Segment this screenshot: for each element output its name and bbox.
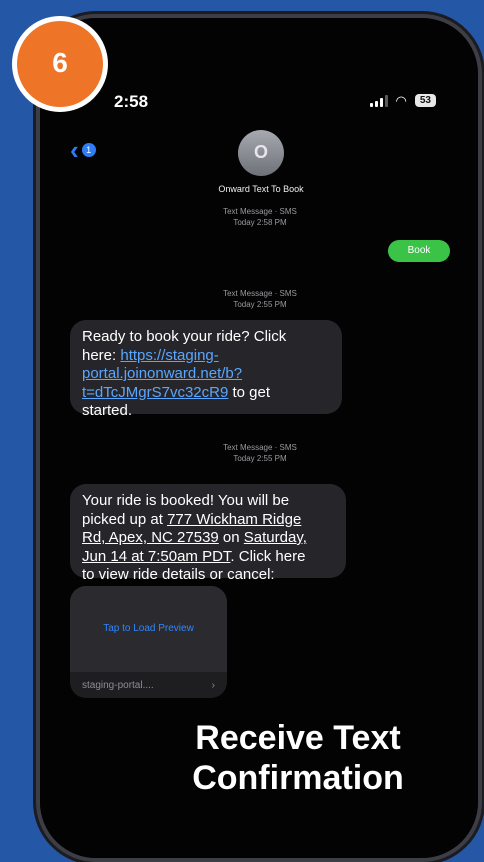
signal-icon xyxy=(369,94,388,107)
caption-line-2: Confirmation xyxy=(192,759,404,797)
preview-domain: staging-portal.... xyxy=(82,679,154,691)
step-number: 6 xyxy=(52,47,68,78)
message-timestamp: Text Message · SMS Today 2:55 PM xyxy=(223,289,297,309)
contact-name[interactable]: Onward Text To Book xyxy=(160,184,362,194)
date-link[interactable]: Saturday, xyxy=(244,529,307,546)
received-message-bubble[interactable]: Ready to book your ride? Click here: htt… xyxy=(70,320,342,419)
booking-link[interactable]: https://staging- xyxy=(120,347,218,364)
sent-message-bubble[interactable]: Book xyxy=(388,240,450,262)
status-time: 2:58 xyxy=(114,92,149,111)
unread-badge: 1 xyxy=(81,143,96,157)
wifi-icon: ◠ xyxy=(395,92,407,108)
phone-screen: 2:58 ◠ 53 ‹ 1 O Onward Text To Book Text… xyxy=(40,18,478,858)
link-preview-card[interactable]: Tap to Load Preview staging-portal.... › xyxy=(70,586,227,698)
chevron-left-icon: ‹ xyxy=(70,135,79,165)
booking-link[interactable]: portal.joinonward.net/b? xyxy=(82,365,242,382)
status-icons: ◠ 53 xyxy=(369,92,436,108)
booking-link[interactable]: t=dTcJMgrS7vc32cR9 xyxy=(82,384,228,401)
received-message-bubble[interactable]: Your ride is booked! You will be picked … xyxy=(70,484,346,583)
battery-icon: 53 xyxy=(414,94,436,107)
message-timestamp: Text Message · SMS Today 2:58 PM xyxy=(223,207,297,227)
date-link[interactable]: Jun 14 at 7:50am PDT xyxy=(82,548,230,565)
chevron-right-icon: › xyxy=(211,679,215,691)
avatar-initial: O xyxy=(253,142,268,162)
load-preview-button[interactable]: Tap to Load Preview xyxy=(70,586,227,672)
phone-frame: 2:58 ◠ 53 ‹ 1 O Onward Text To Book Text… xyxy=(36,14,482,862)
preview-footer: staging-portal.... › xyxy=(70,672,227,698)
caption-line-1: Receive Text xyxy=(195,719,401,757)
contact-avatar[interactable]: O xyxy=(238,130,284,176)
address-link[interactable]: 777 Wickham Ridge xyxy=(167,511,301,528)
back-button[interactable]: ‹ 1 xyxy=(70,135,96,165)
message-timestamp: Text Message · SMS Today 2:55 PM xyxy=(223,443,297,463)
step-number-badge: 6 xyxy=(12,16,108,112)
address-link[interactable]: Rd, Apex, NC 27539 xyxy=(82,529,219,546)
